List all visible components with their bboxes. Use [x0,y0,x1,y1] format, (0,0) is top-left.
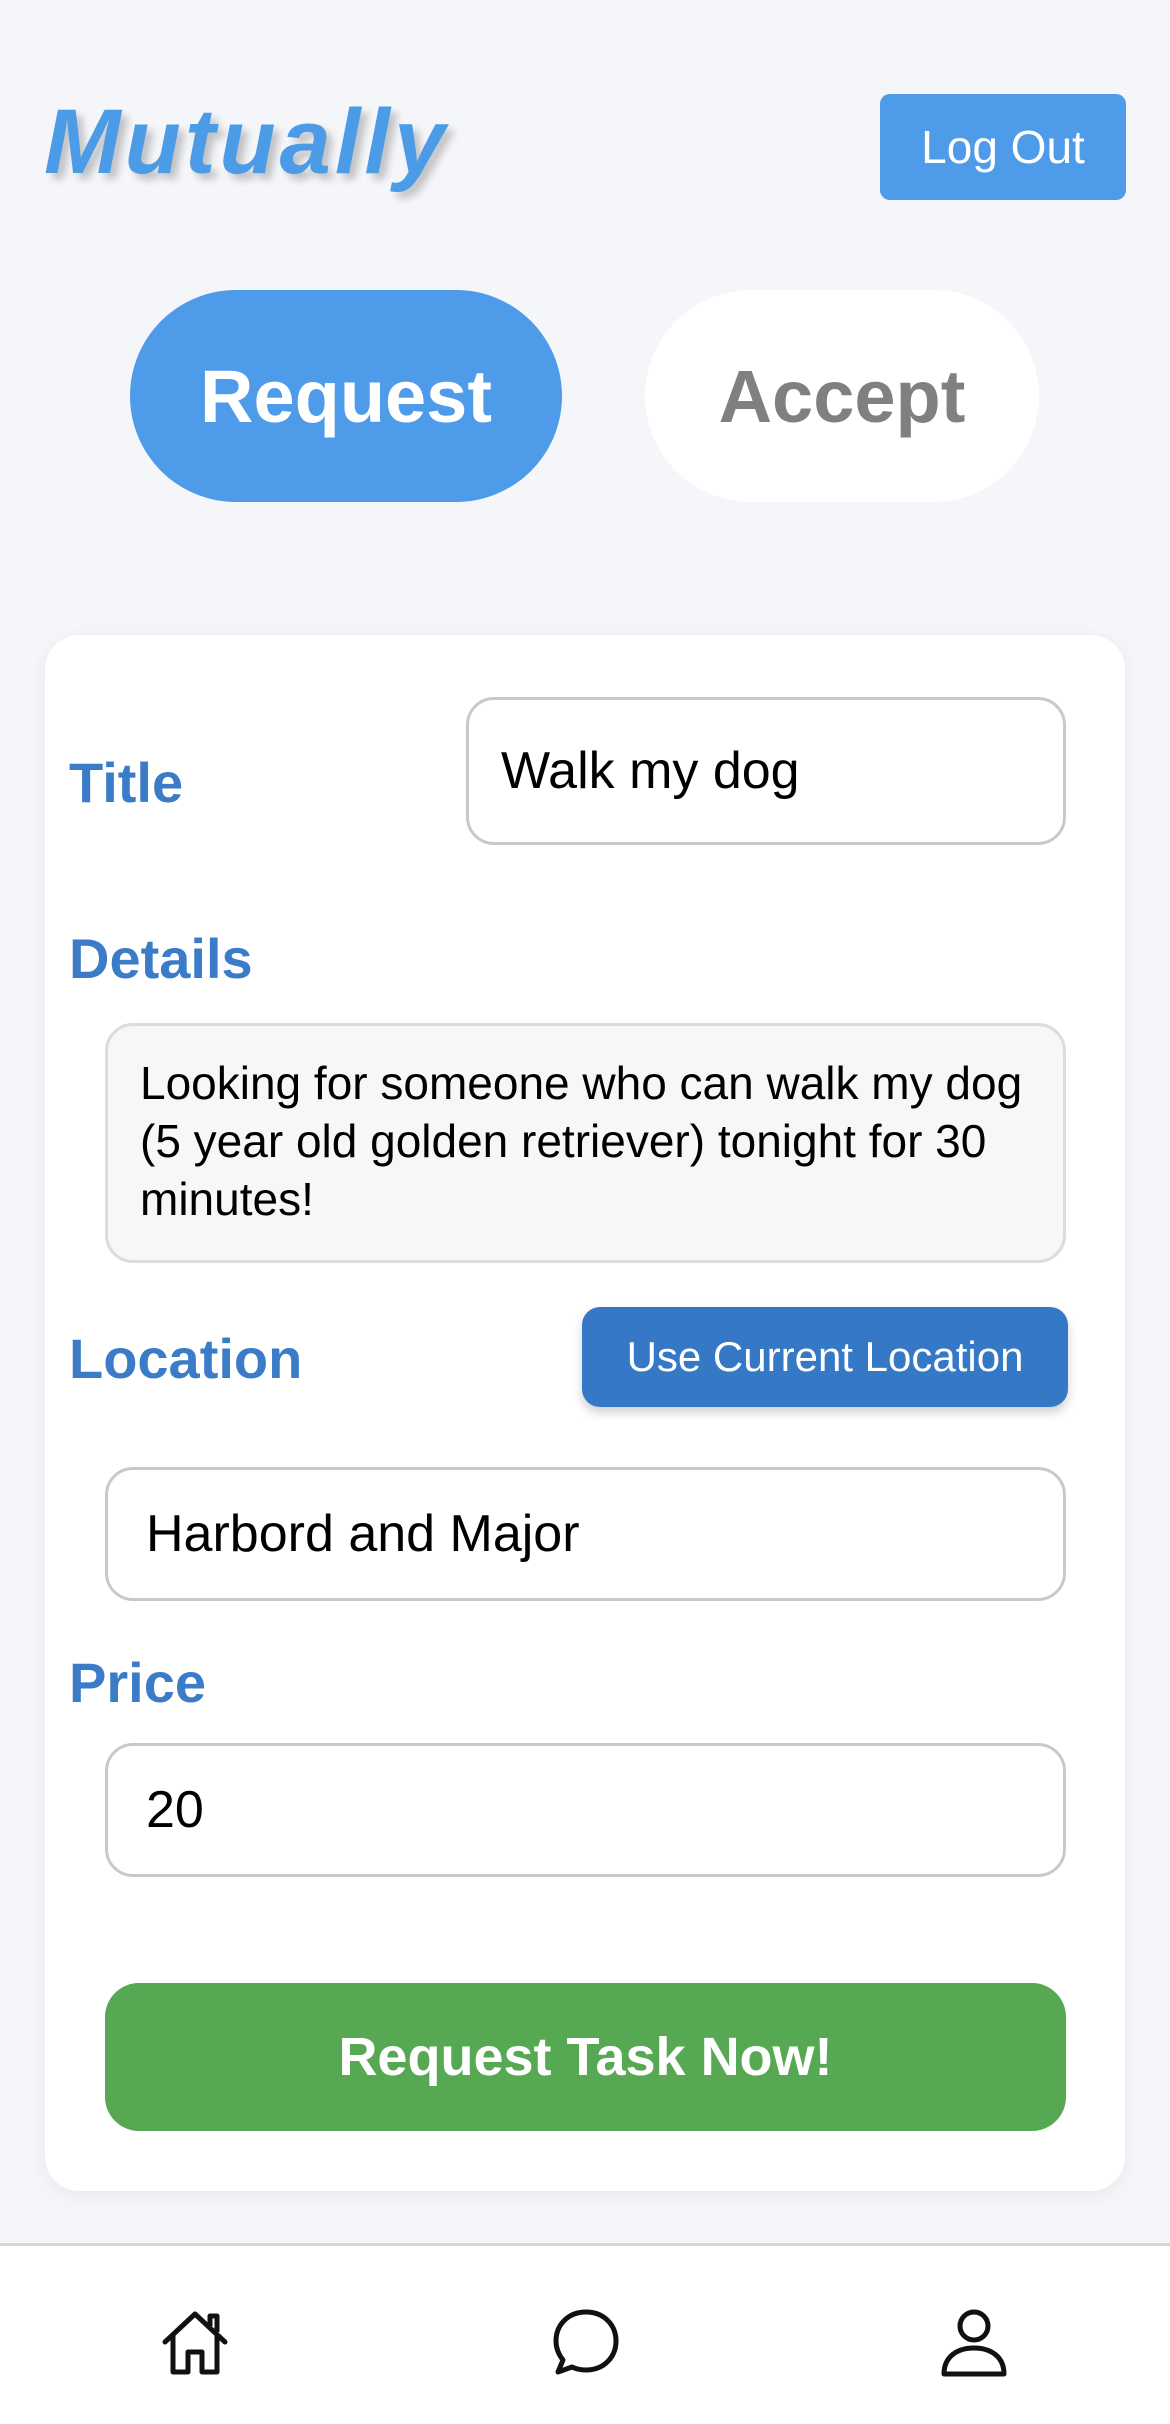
bottom-nav [0,2243,1170,2424]
title-input[interactable]: Walk my dog [466,697,1066,845]
use-current-location-button[interactable]: Use Current Location [582,1307,1068,1407]
price-input[interactable]: 20 [105,1743,1066,1877]
title-label: Title [69,751,184,814]
profile-icon[interactable] [936,2304,1012,2380]
request-task-button[interactable]: Request Task Now! [105,1983,1066,2131]
tab-request[interactable]: Request [130,290,562,502]
logout-button[interactable]: Log Out [880,94,1126,200]
home-icon[interactable] [157,2304,233,2380]
chat-icon[interactable] [548,2304,624,2380]
location-input[interactable]: Harbord and Major [105,1467,1066,1601]
details-label: Details [69,927,253,990]
request-form-card: Title Walk my dog Details Looking for so… [45,635,1125,2191]
price-label: Price [69,1651,206,1714]
app-screen: Mutually Log Out Request Accept Title Wa… [0,0,1170,2424]
app-logo: Mutually [44,91,450,193]
location-label: Location [69,1327,303,1390]
details-textarea[interactable]: Looking for someone who can walk my dog … [105,1023,1066,1263]
tab-accept[interactable]: Accept [645,290,1039,502]
